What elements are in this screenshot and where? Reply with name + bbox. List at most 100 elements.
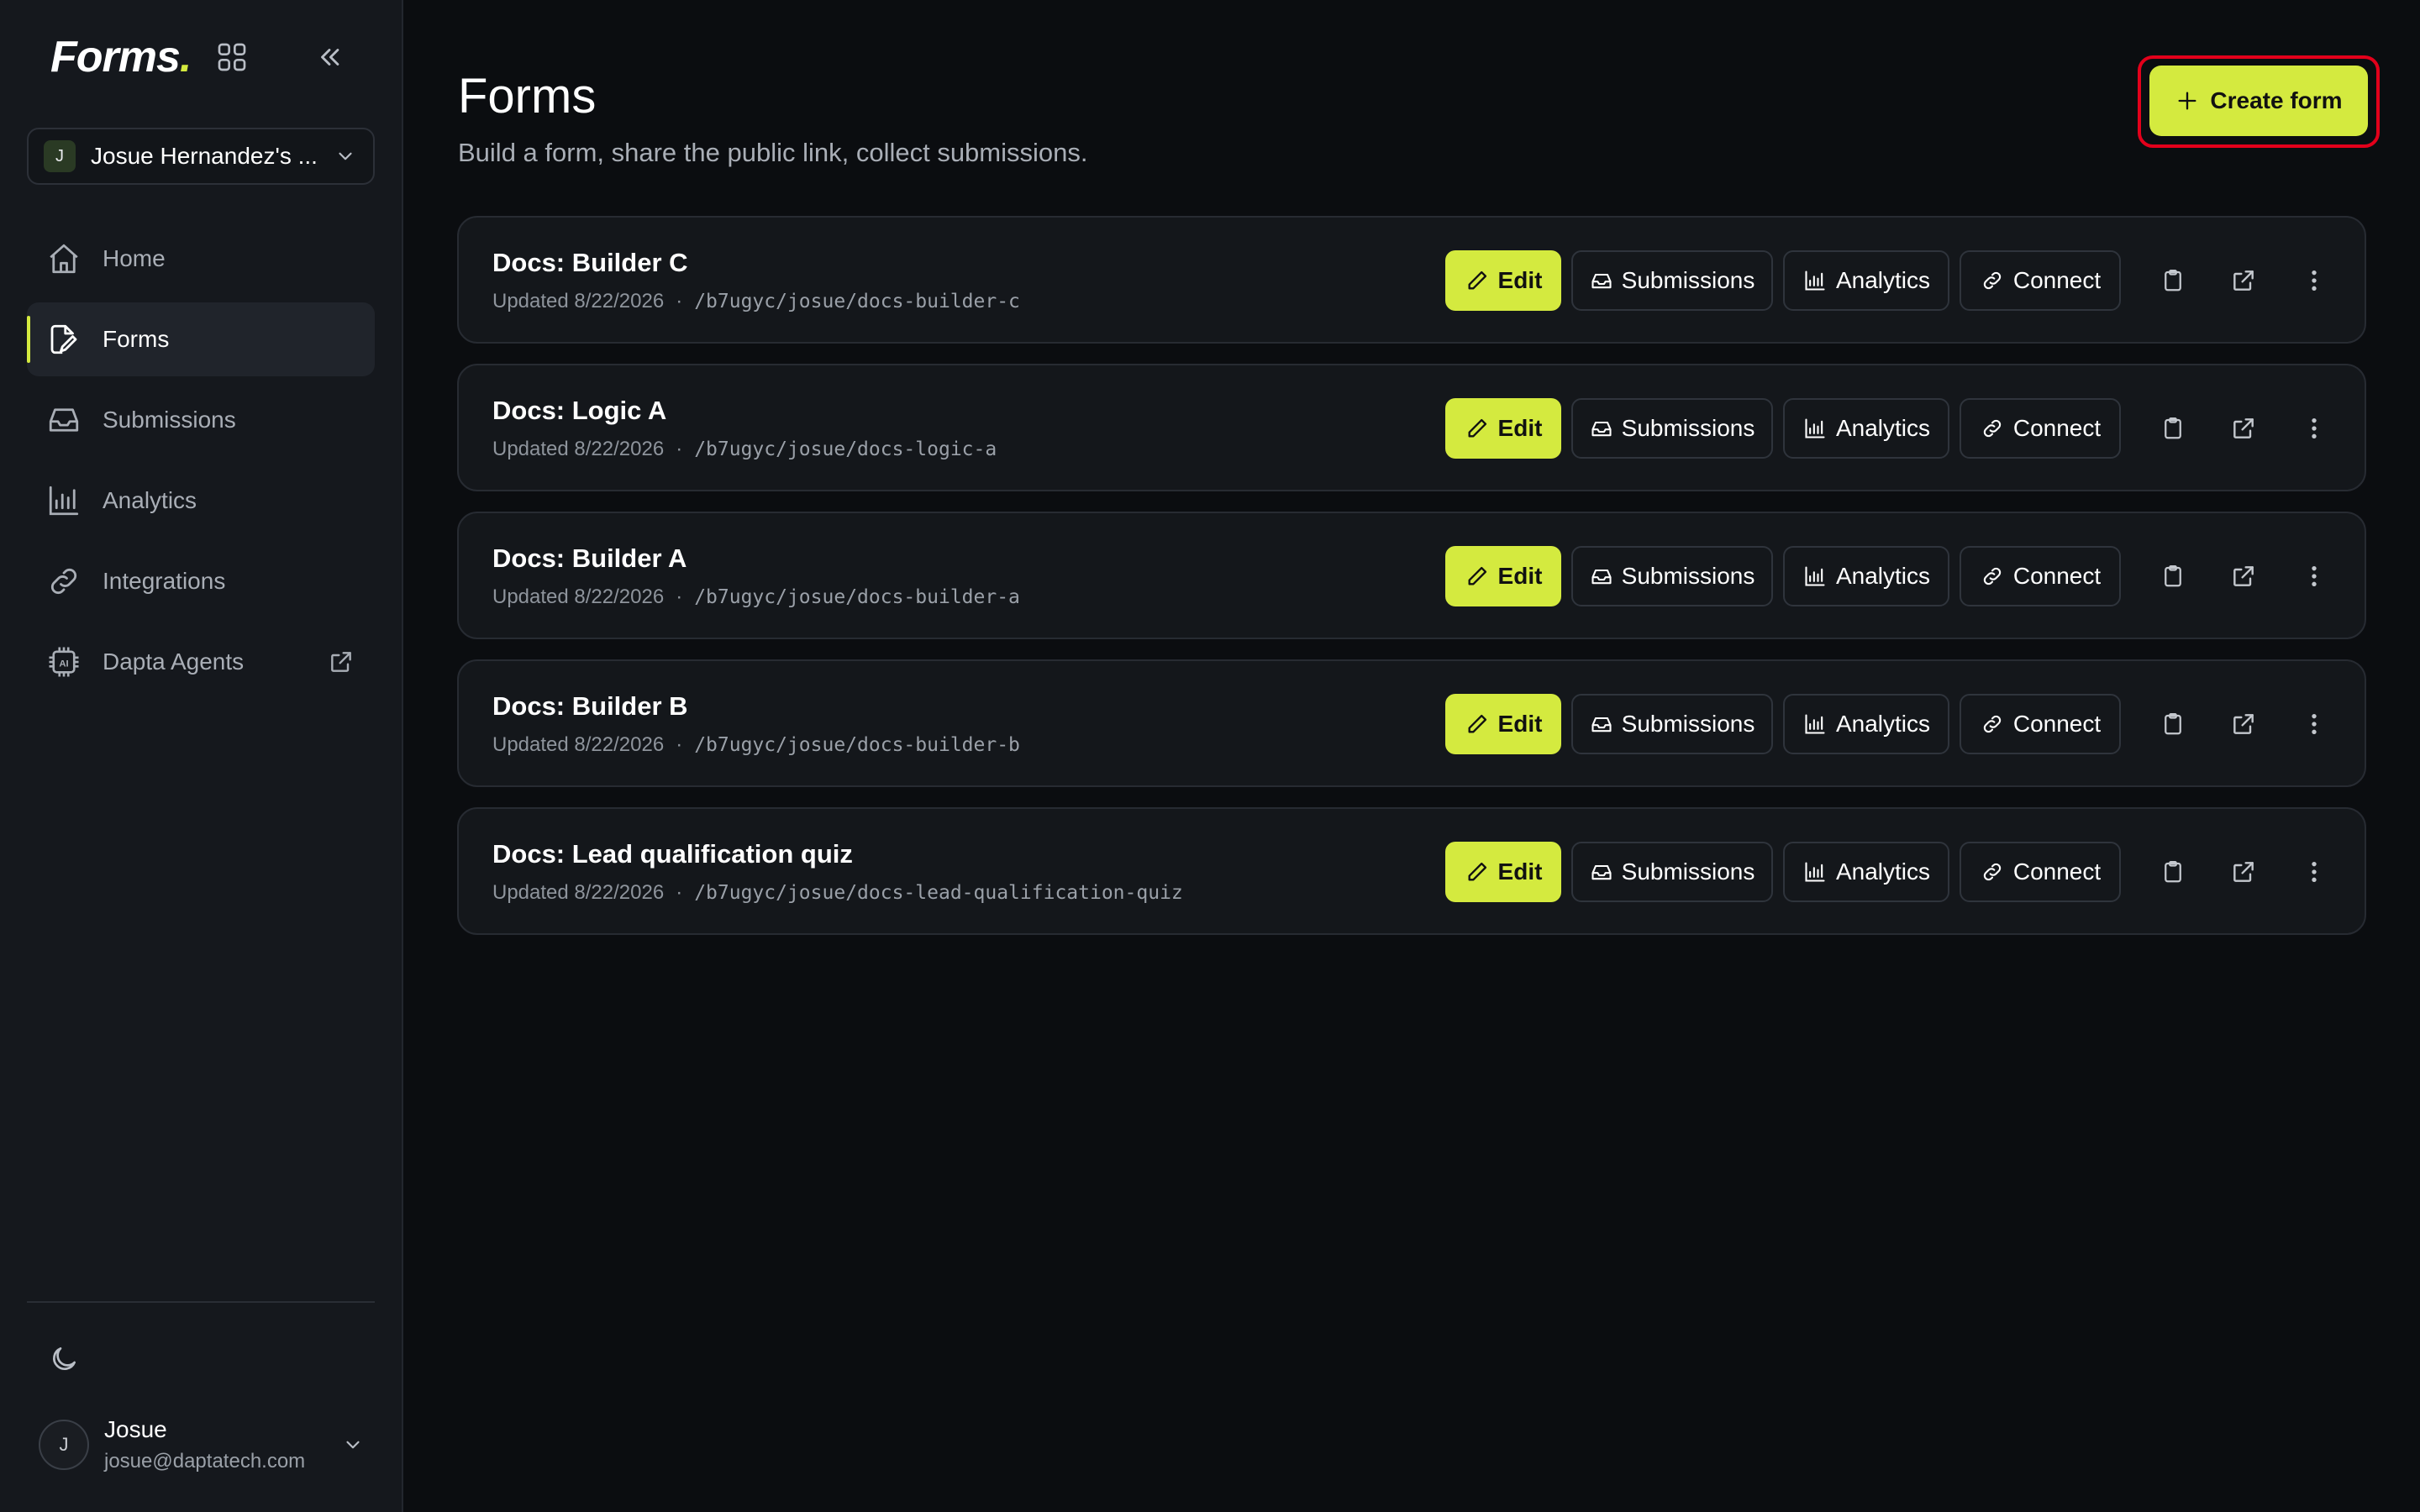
- form-actions: Edit Submissions Analytics Connect: [1445, 841, 2338, 903]
- analytics-button[interactable]: Analytics: [1783, 546, 1949, 606]
- connect-label: Connect: [2012, 563, 2102, 589]
- sidebar-item-forms[interactable]: Forms: [27, 302, 375, 376]
- edit-label: Edit: [1497, 415, 1543, 441]
- meta-separator: ·: [676, 881, 683, 904]
- external-link-icon[interactable]: [2220, 553, 2267, 600]
- bar-chart-icon: [45, 482, 82, 519]
- sidebar-item-label: Forms: [103, 326, 170, 352]
- app-logo[interactable]: Forms.: [50, 32, 192, 82]
- edit-button[interactable]: Edit: [1445, 250, 1561, 311]
- analytics-button[interactable]: Analytics: [1783, 250, 1949, 311]
- form-updated: Updated 8/22/2026: [492, 733, 665, 756]
- form-actions: Edit Submissions Analytics Connect: [1445, 545, 2338, 607]
- clipboard-icon[interactable]: [2149, 848, 2196, 895]
- form-actions: Edit Submissions Analytics Connect: [1445, 249, 2338, 312]
- meta-separator: ·: [676, 585, 683, 608]
- form-title[interactable]: Docs: Logic A: [492, 396, 666, 426]
- bar-chart-icon: [1802, 268, 1828, 293]
- external-link-icon[interactable]: [2220, 848, 2267, 895]
- chevron-down-icon: [339, 1431, 366, 1458]
- meta-separator: ·: [676, 290, 683, 312]
- link-icon: [1980, 268, 2005, 293]
- edit-button[interactable]: Edit: [1445, 398, 1561, 459]
- connect-button[interactable]: Connect: [1960, 694, 2121, 754]
- form-title[interactable]: Docs: Builder B: [492, 691, 688, 722]
- submissions-button[interactable]: Submissions: [1571, 250, 1773, 311]
- form-title[interactable]: Docs: Builder C: [492, 248, 688, 278]
- form-meta: Updated 8/22/2026 · /b7ugyc/josue/docs-lea…: [492, 881, 1183, 905]
- submissions-button[interactable]: Submissions: [1571, 546, 1773, 606]
- form-card: Docs: Logic A Updated 8/22/2026 · /b7ugyc/…: [457, 364, 2366, 491]
- more-options-icon[interactable]: [2291, 553, 2338, 600]
- connect-button[interactable]: Connect: [1960, 842, 2121, 902]
- svg-text:AI: AI: [59, 659, 68, 669]
- form-updated: Updated 8/22/2026: [492, 438, 665, 460]
- user-menu[interactable]: J Josue josue@daptatech.com: [39, 1413, 375, 1477]
- pencil-icon: [1465, 268, 1490, 293]
- form-title[interactable]: Docs: Builder A: [492, 543, 687, 574]
- edit-button[interactable]: Edit: [1445, 842, 1561, 902]
- submissions-label: Submissions: [1621, 267, 1755, 293]
- submissions-label: Submissions: [1621, 415, 1755, 441]
- pencil-icon: [1465, 859, 1490, 885]
- logo-text: Forms: [50, 33, 181, 81]
- clipboard-icon[interactable]: [2149, 553, 2196, 600]
- clipboard-icon[interactable]: [2149, 701, 2196, 748]
- sidebar-item-integrations[interactable]: Integrations: [27, 544, 375, 618]
- inbox-icon: [1590, 859, 1613, 885]
- sidebar-item-dapta-agents[interactable]: AI Dapta Agents: [27, 625, 375, 699]
- create-form-button[interactable]: Create form: [2149, 66, 2368, 136]
- connect-button[interactable]: Connect: [1960, 546, 2121, 606]
- sidebar-item-submissions[interactable]: Submissions: [27, 383, 375, 457]
- connect-button[interactable]: Connect: [1960, 398, 2121, 459]
- inbox-icon: [1590, 416, 1613, 441]
- page-subtitle: Build a form, share the public link, col…: [458, 138, 1088, 167]
- moon-icon[interactable]: [44, 1339, 84, 1379]
- user-name: Josue: [104, 1416, 167, 1442]
- more-options-icon[interactable]: [2291, 405, 2338, 452]
- sidebar-item-analytics[interactable]: Analytics: [27, 464, 375, 538]
- collapse-sidebar-icon[interactable]: [309, 37, 350, 77]
- inbox-icon: [1590, 564, 1613, 589]
- more-options-icon[interactable]: [2291, 848, 2338, 895]
- sidebar-item-home[interactable]: Home: [27, 222, 375, 296]
- clipboard-icon[interactable]: [2149, 405, 2196, 452]
- more-options-icon[interactable]: [2291, 701, 2338, 748]
- analytics-button[interactable]: Analytics: [1783, 694, 1949, 754]
- clipboard-icon[interactable]: [2149, 257, 2196, 304]
- submissions-button[interactable]: Submissions: [1571, 694, 1773, 754]
- submissions-button[interactable]: Submissions: [1571, 842, 1773, 902]
- external-link-icon[interactable]: [2220, 405, 2267, 452]
- external-link-icon[interactable]: [323, 643, 360, 680]
- meta-separator: ·: [676, 733, 683, 756]
- analytics-label: Analytics: [1835, 267, 1931, 293]
- more-options-icon[interactable]: [2291, 257, 2338, 304]
- external-link-icon[interactable]: [2220, 257, 2267, 304]
- form-meta: Updated 8/22/2026 · /b7ugyc/josue/docs-bui…: [492, 585, 1020, 609]
- connect-label: Connect: [2012, 267, 2102, 293]
- submissions-label: Submissions: [1621, 858, 1755, 885]
- form-updated: Updated 8/22/2026: [492, 290, 665, 312]
- link-icon: [45, 563, 82, 600]
- sidebar-nav: Home Forms Submissions Analytics Integra…: [27, 222, 375, 706]
- form-title[interactable]: Docs: Lead qualification quiz: [492, 839, 853, 869]
- edit-label: Edit: [1497, 711, 1543, 737]
- form-meta: Updated 8/22/2026 · /b7ugyc/josue/docs-bui…: [492, 290, 1020, 313]
- logo-dot: .: [179, 33, 192, 81]
- edit-button[interactable]: Edit: [1445, 694, 1561, 754]
- analytics-button[interactable]: Analytics: [1783, 398, 1949, 459]
- form-card: Docs: Builder B Updated 8/22/2026 · /b7ugy…: [457, 659, 2366, 787]
- analytics-button[interactable]: Analytics: [1783, 842, 1949, 902]
- workspace-selector[interactable]: J Josue Hernandez's ...: [27, 128, 375, 185]
- plus-icon: [2175, 88, 2200, 113]
- submissions-label: Submissions: [1621, 711, 1755, 737]
- edit-label: Edit: [1497, 563, 1543, 589]
- inbox-icon: [1590, 268, 1613, 293]
- edit-button[interactable]: Edit: [1445, 546, 1561, 606]
- connect-label: Connect: [2012, 858, 2102, 885]
- apps-grid-icon[interactable]: [212, 37, 252, 77]
- submissions-button[interactable]: Submissions: [1571, 398, 1773, 459]
- connect-button[interactable]: Connect: [1960, 250, 2121, 311]
- bar-chart-icon: [1802, 416, 1828, 441]
- external-link-icon[interactable]: [2220, 701, 2267, 748]
